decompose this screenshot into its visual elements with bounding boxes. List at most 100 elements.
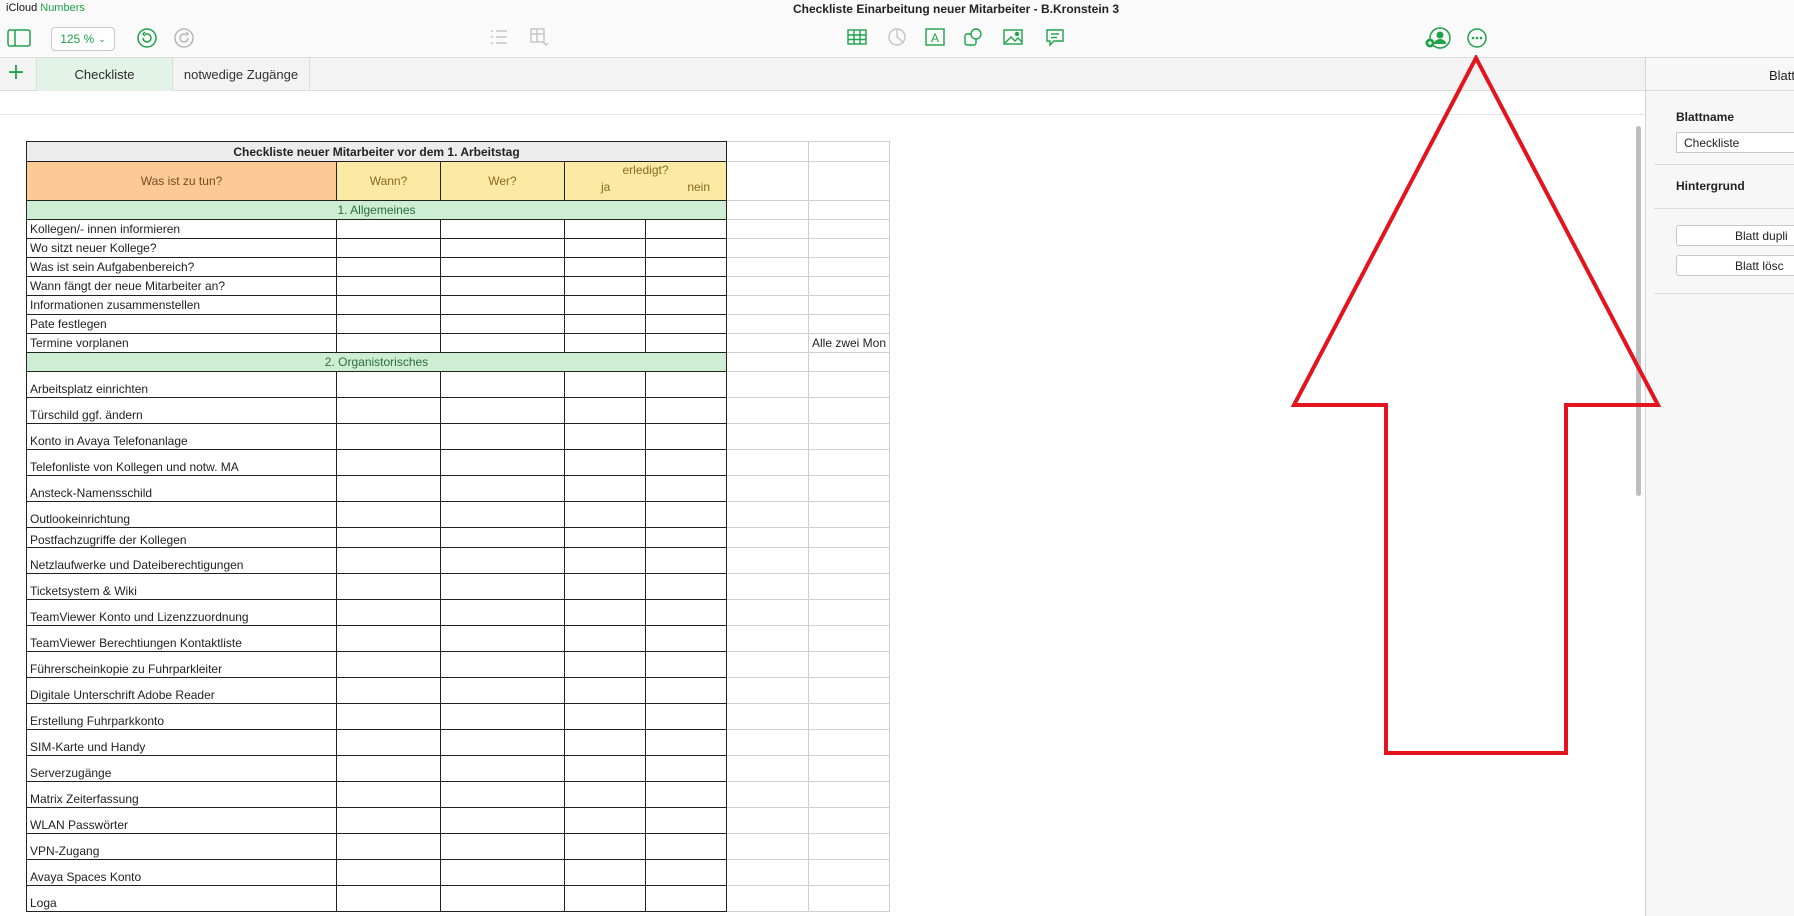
empty-cell[interactable] [726, 833, 809, 860]
yes-cell[interactable] [564, 885, 646, 912]
empty-cell[interactable] [726, 755, 809, 782]
empty-cell[interactable] [807, 257, 891, 277]
insert-text-button[interactable]: A [924, 26, 946, 48]
empty-cell[interactable] [807, 625, 891, 652]
empty-cell[interactable] [807, 599, 891, 626]
empty-cell[interactable] [807, 755, 891, 782]
delete-sheet-button[interactable]: Blatt lösc [1676, 255, 1794, 276]
who-cell[interactable] [440, 573, 565, 600]
header-what[interactable]: Was ist zu tun? [26, 161, 337, 201]
no-cell[interactable] [645, 423, 727, 450]
redo-button[interactable] [172, 26, 196, 50]
no-cell[interactable] [645, 651, 727, 678]
yes-cell[interactable] [564, 314, 646, 334]
no-cell[interactable] [645, 729, 727, 756]
yes-cell[interactable] [564, 625, 646, 652]
empty-cell[interactable] [807, 449, 891, 476]
empty-cell[interactable] [726, 527, 809, 548]
empty-cell[interactable] [726, 885, 809, 912]
empty-cell[interactable] [726, 219, 809, 239]
empty-cell[interactable] [807, 161, 891, 201]
empty-cell[interactable] [726, 501, 809, 528]
when-cell[interactable] [336, 599, 441, 626]
yes-cell[interactable] [564, 833, 646, 860]
when-cell[interactable] [336, 651, 441, 678]
when-cell[interactable] [336, 885, 441, 912]
insert-chart-button[interactable] [886, 26, 908, 48]
task-cell[interactable]: Erstellung Fuhrparkkonto [26, 703, 337, 730]
who-cell[interactable] [440, 833, 565, 860]
task-cell[interactable]: Outlookeinrichtung [26, 501, 337, 528]
when-cell[interactable] [336, 807, 441, 834]
who-cell[interactable] [440, 755, 565, 782]
who-cell[interactable] [440, 238, 565, 258]
task-cell[interactable]: Matrix Zeiterfassung [26, 781, 337, 808]
no-cell[interactable] [645, 371, 727, 398]
yes-cell[interactable] [564, 527, 646, 548]
insert-media-button[interactable] [1002, 26, 1024, 48]
empty-cell[interactable] [726, 781, 809, 808]
empty-cell[interactable] [807, 833, 891, 860]
empty-cell[interactable] [726, 547, 809, 574]
task-cell[interactable]: TeamViewer Berechtiungen Kontaktliste [26, 625, 337, 652]
yes-cell[interactable] [564, 423, 646, 450]
empty-cell[interactable] [807, 573, 891, 600]
when-cell[interactable] [336, 573, 441, 600]
empty-cell[interactable] [726, 651, 809, 678]
zoom-select[interactable]: 125 % ⌄ [51, 27, 115, 51]
insert-comment-button[interactable] [1044, 26, 1066, 48]
app-brand[interactable]: iCloud Numbers [6, 2, 85, 14]
yes-cell[interactable] [564, 295, 646, 315]
no-cell[interactable] [645, 599, 727, 626]
empty-cell[interactable] [726, 729, 809, 756]
when-cell[interactable] [336, 501, 441, 528]
empty-cell[interactable] [726, 238, 809, 258]
when-cell[interactable] [336, 547, 441, 574]
when-cell[interactable] [336, 755, 441, 782]
empty-cell[interactable] [726, 599, 809, 626]
who-cell[interactable] [440, 729, 565, 756]
task-cell[interactable]: WLAN Passwörter [26, 807, 337, 834]
who-cell[interactable] [440, 333, 565, 353]
task-cell[interactable]: Was ist sein Aufgabenbereich? [26, 257, 337, 277]
empty-cell[interactable] [726, 397, 809, 424]
header-done[interactable]: erledigt? ja nein [564, 161, 727, 201]
who-cell[interactable] [440, 219, 565, 239]
who-cell[interactable] [440, 651, 565, 678]
no-cell[interactable] [645, 547, 727, 574]
yes-cell[interactable] [564, 599, 646, 626]
task-cell[interactable]: VPN-Zugang [26, 833, 337, 860]
task-cell[interactable]: Ansteck-Namensschild [26, 475, 337, 502]
yes-cell[interactable] [564, 449, 646, 476]
empty-cell[interactable] [726, 677, 809, 704]
no-cell[interactable] [645, 703, 727, 730]
table-title[interactable]: Checkliste neuer Mitarbeiter vor dem 1. … [26, 141, 727, 162]
empty-cell[interactable] [726, 807, 809, 834]
no-cell[interactable] [645, 573, 727, 600]
empty-cell[interactable] [726, 371, 809, 398]
table-format-button[interactable] [528, 26, 550, 48]
when-cell[interactable] [336, 625, 441, 652]
empty-cell[interactable] [807, 651, 891, 678]
no-cell[interactable] [645, 859, 727, 886]
header-when[interactable]: Wann? [336, 161, 441, 201]
when-cell[interactable] [336, 397, 441, 424]
yes-cell[interactable] [564, 238, 646, 258]
who-cell[interactable] [440, 807, 565, 834]
task-cell[interactable]: Pate festlegen [26, 314, 337, 334]
empty-cell[interactable] [726, 423, 809, 450]
when-cell[interactable] [336, 333, 441, 353]
who-cell[interactable] [440, 625, 565, 652]
no-cell[interactable] [645, 449, 727, 476]
no-cell[interactable] [645, 314, 727, 334]
when-cell[interactable] [336, 729, 441, 756]
empty-cell[interactable] [807, 807, 891, 834]
who-cell[interactable] [440, 276, 565, 296]
empty-cell[interactable] [726, 703, 809, 730]
no-cell[interactable] [645, 219, 727, 239]
task-cell[interactable]: SIM-Karte und Handy [26, 729, 337, 756]
empty-cell[interactable] [726, 625, 809, 652]
empty-cell[interactable] [726, 449, 809, 476]
who-cell[interactable] [440, 527, 565, 548]
yes-cell[interactable] [564, 475, 646, 502]
